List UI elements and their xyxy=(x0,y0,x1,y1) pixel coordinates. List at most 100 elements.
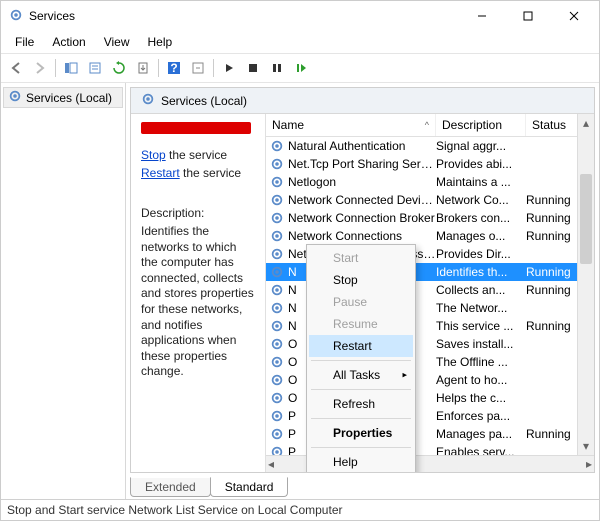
menu-view[interactable]: View xyxy=(96,33,138,51)
ctx-separator xyxy=(311,447,411,448)
ctx-pause[interactable]: Pause xyxy=(309,291,413,313)
sort-indicator-icon: ^ xyxy=(425,120,429,130)
close-button[interactable] xyxy=(551,1,597,31)
tree-item-label: Services (Local) xyxy=(26,91,112,105)
ctx-stop[interactable]: Stop xyxy=(309,269,413,291)
ctx-restart[interactable]: Restart xyxy=(309,335,413,357)
gear-icon xyxy=(270,337,284,351)
window-title: Services xyxy=(29,9,75,23)
menu-action[interactable]: Action xyxy=(44,33,93,51)
vertical-scrollbar[interactable]: ▴ ▾ xyxy=(577,114,594,455)
maximize-button[interactable] xyxy=(505,1,551,31)
scroll-thumb[interactable] xyxy=(580,174,592,264)
pause-service-button[interactable] xyxy=(266,57,288,79)
restart-link[interactable]: Restart xyxy=(141,166,180,180)
ctx-separator xyxy=(311,418,411,419)
restart-service-button[interactable] xyxy=(290,57,312,79)
menu-file[interactable]: File xyxy=(7,33,42,51)
show-hide-tree-button[interactable] xyxy=(60,57,82,79)
scroll-up-icon: ▴ xyxy=(583,116,589,130)
stop-link[interactable]: Stop xyxy=(141,148,166,162)
ctx-start[interactable]: Start xyxy=(309,247,413,269)
table-row[interactable]: Natural AuthenticationSignal aggr... xyxy=(266,137,594,155)
gear-icon xyxy=(270,229,284,243)
restart-suffix: the service xyxy=(180,166,241,180)
service-list: Name ^ Description Status Natural Authen… xyxy=(265,114,594,472)
cell-name: Network Connection Broker xyxy=(288,211,436,225)
table-row[interactable]: Network Connection BrokerBrokers con...R… xyxy=(266,209,594,227)
minimize-button[interactable] xyxy=(459,1,505,31)
cell-name: Network Connections xyxy=(288,229,436,243)
forward-button[interactable] xyxy=(29,57,51,79)
gear-icon xyxy=(270,355,284,369)
refresh-button[interactable] xyxy=(108,57,130,79)
gear-icon xyxy=(8,89,22,106)
ctx-separator xyxy=(311,389,411,390)
ctx-refresh[interactable]: Refresh xyxy=(309,393,413,415)
gear-icon xyxy=(270,193,284,207)
action-button[interactable] xyxy=(187,57,209,79)
table-row[interactable]: NetlogonMaintains a ... xyxy=(266,173,594,191)
gear-icon xyxy=(270,247,284,261)
gear-icon xyxy=(270,445,284,455)
ctx-all-tasks[interactable]: All Tasks ▸ xyxy=(309,364,413,386)
toolbar-separator xyxy=(158,59,159,77)
gear-icon xyxy=(270,157,284,171)
tree-item-services-local[interactable]: Services (Local) xyxy=(3,87,123,108)
menubar: File Action View Help xyxy=(1,31,599,53)
cell-name: Net.Tcp Port Sharing Service xyxy=(288,157,436,171)
titlebar: Services xyxy=(1,1,599,31)
gear-icon xyxy=(270,391,284,405)
column-name-label: Name xyxy=(272,118,304,132)
gear-icon xyxy=(270,301,284,315)
gear-icon xyxy=(270,265,284,279)
scroll-right-icon: ▸ xyxy=(586,457,592,471)
gear-icon xyxy=(270,409,284,423)
detail-pane: Stop the service Restart the service Des… xyxy=(131,114,265,472)
cell-description: Provides Dir... xyxy=(436,247,526,261)
panel-title: Services (Local) xyxy=(161,94,247,108)
scroll-down-icon: ▾ xyxy=(583,439,589,453)
scroll-left-icon: ◂ xyxy=(268,457,274,471)
menu-help[interactable]: Help xyxy=(140,33,181,51)
toolbar-separator xyxy=(55,59,56,77)
toolbar-separator xyxy=(213,59,214,77)
table-row[interactable]: Network Connected Device...Network Co...… xyxy=(266,191,594,209)
export-button[interactable] xyxy=(132,57,154,79)
cell-description: Saves install... xyxy=(436,337,526,351)
context-menu: Start Stop Pause Resume Restart All Task… xyxy=(306,244,416,472)
selected-service-name xyxy=(141,122,251,134)
cell-description: The Offline ... xyxy=(436,355,526,369)
cell-description: Enforces pa... xyxy=(436,409,526,423)
stop-service-button[interactable] xyxy=(242,57,264,79)
view-tabs: Extended Standard xyxy=(126,477,599,499)
column-description[interactable]: Description xyxy=(436,114,526,136)
tab-extended[interactable]: Extended xyxy=(130,477,211,497)
ctx-help[interactable]: Help xyxy=(309,451,413,472)
ctx-separator xyxy=(311,360,411,361)
cell-description: Collects an... xyxy=(436,283,526,297)
tab-standard[interactable]: Standard xyxy=(210,477,289,497)
cell-description: Helps the c... xyxy=(436,391,526,405)
ctx-all-tasks-label: All Tasks xyxy=(333,368,380,382)
table-row[interactable]: Net.Tcp Port Sharing ServiceProvides abi… xyxy=(266,155,594,173)
properties-button[interactable] xyxy=(84,57,106,79)
chevron-right-icon: ▸ xyxy=(402,370,407,381)
back-button[interactable] xyxy=(5,57,27,79)
column-name[interactable]: Name ^ xyxy=(266,114,436,136)
services-window: Services File Action View Help ? xyxy=(0,0,600,521)
ctx-resume[interactable]: Resume xyxy=(309,313,413,335)
gear-icon xyxy=(270,211,284,225)
gear-icon xyxy=(270,175,284,189)
ctx-properties[interactable]: Properties xyxy=(309,422,413,444)
panel-header: Services (Local) xyxy=(131,88,594,114)
help-button[interactable]: ? xyxy=(163,57,185,79)
table-row[interactable]: Network ConnectionsManages o...Running xyxy=(266,227,594,245)
cell-description: Manages o... xyxy=(436,229,526,243)
cell-description: This service ... xyxy=(436,319,526,333)
cell-description: Network Co... xyxy=(436,193,526,207)
description-text: Identifies the networks to which the com… xyxy=(141,224,255,380)
start-service-button[interactable] xyxy=(218,57,240,79)
description-label: Description: xyxy=(141,206,255,220)
cell-description: Agent to ho... xyxy=(436,373,526,387)
